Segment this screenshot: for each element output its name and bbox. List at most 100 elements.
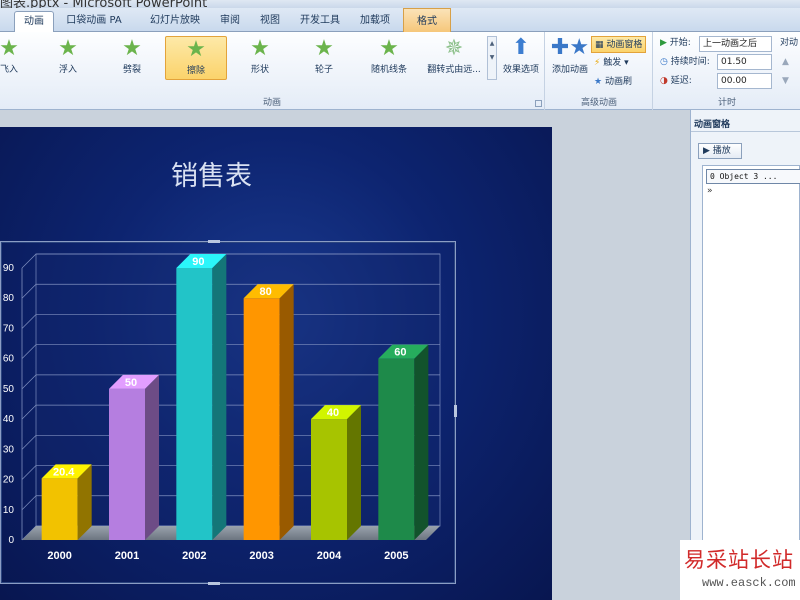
star-icon: ★ <box>122 36 142 61</box>
add-star-icon: ✚★ <box>550 35 590 60</box>
bar-front <box>109 388 145 540</box>
arrow-up-icon: ⬆ <box>511 35 531 60</box>
bar-front <box>41 478 78 540</box>
data-label: 40 <box>327 407 339 419</box>
effect-float-in[interactable]: ★ 浮入 <box>37 36 99 80</box>
gridline-side <box>21 344 37 359</box>
animation-pane-button[interactable]: ▦ 动画窗格 <box>591 36 647 53</box>
gridline-side <box>21 495 37 511</box>
bar-front <box>176 268 213 540</box>
duration-label: ◷ 持续时间: <box>660 57 710 67</box>
x-tick-label: 2005 <box>384 550 408 562</box>
y-tick-label: 80 <box>3 293 15 304</box>
window-title: 图表.pptx - Microsoft PowerPoint <box>0 0 208 8</box>
data-label: 90 <box>192 256 204 268</box>
tab-slideshow[interactable]: 幻灯片放映 <box>140 11 210 32</box>
bar-side <box>145 374 159 540</box>
tab-pocket-animation[interactable]: 口袋动画 PA <box>58 11 130 32</box>
animation-pane-title: 动画窗格 <box>694 120 731 130</box>
delay-label: ◑ 延迟: <box>660 76 692 86</box>
tab-animations[interactable]: 动画 <box>14 11 54 33</box>
sparkle-star-icon: ✵ <box>444 36 464 61</box>
effect-wipe[interactable]: ★ 擦除 <box>165 36 227 80</box>
slide-title[interactable]: 销售表 <box>171 154 252 193</box>
animation-painter-button[interactable]: ★ 动画刷 <box>594 74 632 91</box>
watermark: 易采站长站 www.easck.com <box>680 540 800 600</box>
tab-review[interactable]: 审阅 <box>212 11 248 32</box>
effect-options-button[interactable]: ⬆ 效果选项 <box>500 34 542 75</box>
start-select[interactable]: 上一动画之后 <box>699 36 772 52</box>
start-label: ▶ 开始: <box>660 38 691 48</box>
move-later-icon[interactable]: ▼ <box>782 73 789 90</box>
gridline-side <box>21 314 37 329</box>
gridline-side <box>21 465 37 480</box>
play-icon: ▶ <box>703 146 713 156</box>
y-tick-label: 10 <box>3 505 15 516</box>
star-icon: ★ <box>58 36 78 61</box>
effect-wheel[interactable]: ★ 轮子 <box>293 36 355 80</box>
delay-input[interactable]: 00.00 <box>717 73 772 89</box>
duration-input[interactable]: 01.50 <box>717 54 772 70</box>
y-tick-label: 30 <box>3 444 15 455</box>
bar-front <box>243 298 280 540</box>
effect-split[interactable]: ★ 劈裂 <box>101 36 163 80</box>
y-tick-label: 50 <box>3 384 15 395</box>
timing-group: ▶ 开始: 上一动画之后 ◷ 持续时间: 01.50 ◑ 延迟: 00.00 对… <box>654 32 800 110</box>
clock-icon: ◷ <box>660 57 671 67</box>
x-tick-label: 2001 <box>115 550 139 562</box>
animation-group-label: 动画 <box>262 98 281 108</box>
advanced-group-label: 高级动画 <box>580 98 617 108</box>
gridline-side <box>21 404 37 420</box>
bar-side <box>279 284 294 540</box>
bar-front <box>311 419 347 540</box>
data-label: 60 <box>394 347 406 359</box>
data-label: 50 <box>125 377 137 389</box>
animation-list-item[interactable]: 0 Object 3 ... <box>706 169 800 184</box>
x-tick-label: 2003 <box>249 550 273 562</box>
lightning-icon: ⚡ <box>594 58 604 68</box>
move-earlier-icon[interactable]: ▲ <box>782 54 789 71</box>
y-tick-label: 90 <box>3 263 15 274</box>
x-tick-label: 2004 <box>317 550 342 562</box>
expand-chevron-icon[interactable]: » <box>707 186 713 196</box>
delay-icon: ◑ <box>660 76 671 86</box>
x-tick-label: 2000 <box>47 550 71 562</box>
reorder-label: 对动 <box>780 38 799 48</box>
play-icon: ▶ <box>660 38 670 48</box>
play-button[interactable]: ▶ 播放 <box>698 143 742 159</box>
effect-random-bars[interactable]: ★ 随机线条 <box>358 36 420 80</box>
dialog-launcher-icon[interactable] <box>535 100 542 107</box>
animation-list[interactable]: 0 Object 3 ... » <box>702 165 800 595</box>
add-animation-button[interactable]: ✚★ 添加动画 <box>549 34 591 75</box>
y-tick-label: 60 <box>3 354 15 365</box>
bar-front <box>378 358 415 540</box>
title-bar: 图表.pptx - Microsoft PowerPoint <box>0 0 800 8</box>
trigger-button[interactable]: ⚡ 触发 ▾ <box>594 55 629 72</box>
ribbon-tab-row: 动画 口袋动画 PA 幻灯片放映 审阅 视图 开发工具 加载项 格式 <box>0 8 800 33</box>
advanced-animation-group: ✚★ 添加动画 ▦ 动画窗格 ⚡ 触发 ▾ ★ 动画刷 高级动画 <box>546 32 653 110</box>
gridline-side <box>21 374 37 390</box>
watermark-text: 易采站长站 <box>684 548 794 572</box>
y-tick-label: 70 <box>3 323 15 334</box>
bar-side <box>347 405 361 540</box>
tab-developer[interactable]: 开发工具 <box>292 11 348 32</box>
sales-chart[interactable]: 0 10 20 30 40 50 60 70 80 90 20.4 2000 50 2001 90 2002 8… <box>0 240 460 590</box>
bar-side <box>212 254 227 540</box>
y-tick-label: 20 <box>3 475 15 486</box>
effect-fly-in[interactable]: ★ 飞入 <box>0 36 40 80</box>
data-label: 20.4 <box>53 466 75 478</box>
bar-side <box>414 344 429 540</box>
y-tick-label: 0 <box>8 535 14 546</box>
tab-format[interactable]: 格式 <box>403 8 451 32</box>
gridline-side <box>21 435 37 450</box>
tab-addins[interactable]: 加载项 <box>352 11 398 32</box>
effect-shape[interactable]: ★ 形状 <box>229 36 291 80</box>
x-tick-label: 2002 <box>182 550 206 562</box>
ribbon: ★ 飞入 ★ 浮入 ★ 劈裂 ★ 擦除 ★ 形状 ★ 轮子 ★ 随机线条 ✵ 翻转式由远... … <box>0 32 800 110</box>
gridline-side <box>21 283 37 299</box>
gallery-scrollbar[interactable]: ▲ ▼ <box>487 36 497 80</box>
tab-view[interactable]: 视图 <box>252 11 288 32</box>
gridline-side <box>21 253 37 269</box>
star-icon: ★ <box>250 36 270 61</box>
effect-grow-turn[interactable]: ✵ 翻转式由远... <box>422 36 486 80</box>
